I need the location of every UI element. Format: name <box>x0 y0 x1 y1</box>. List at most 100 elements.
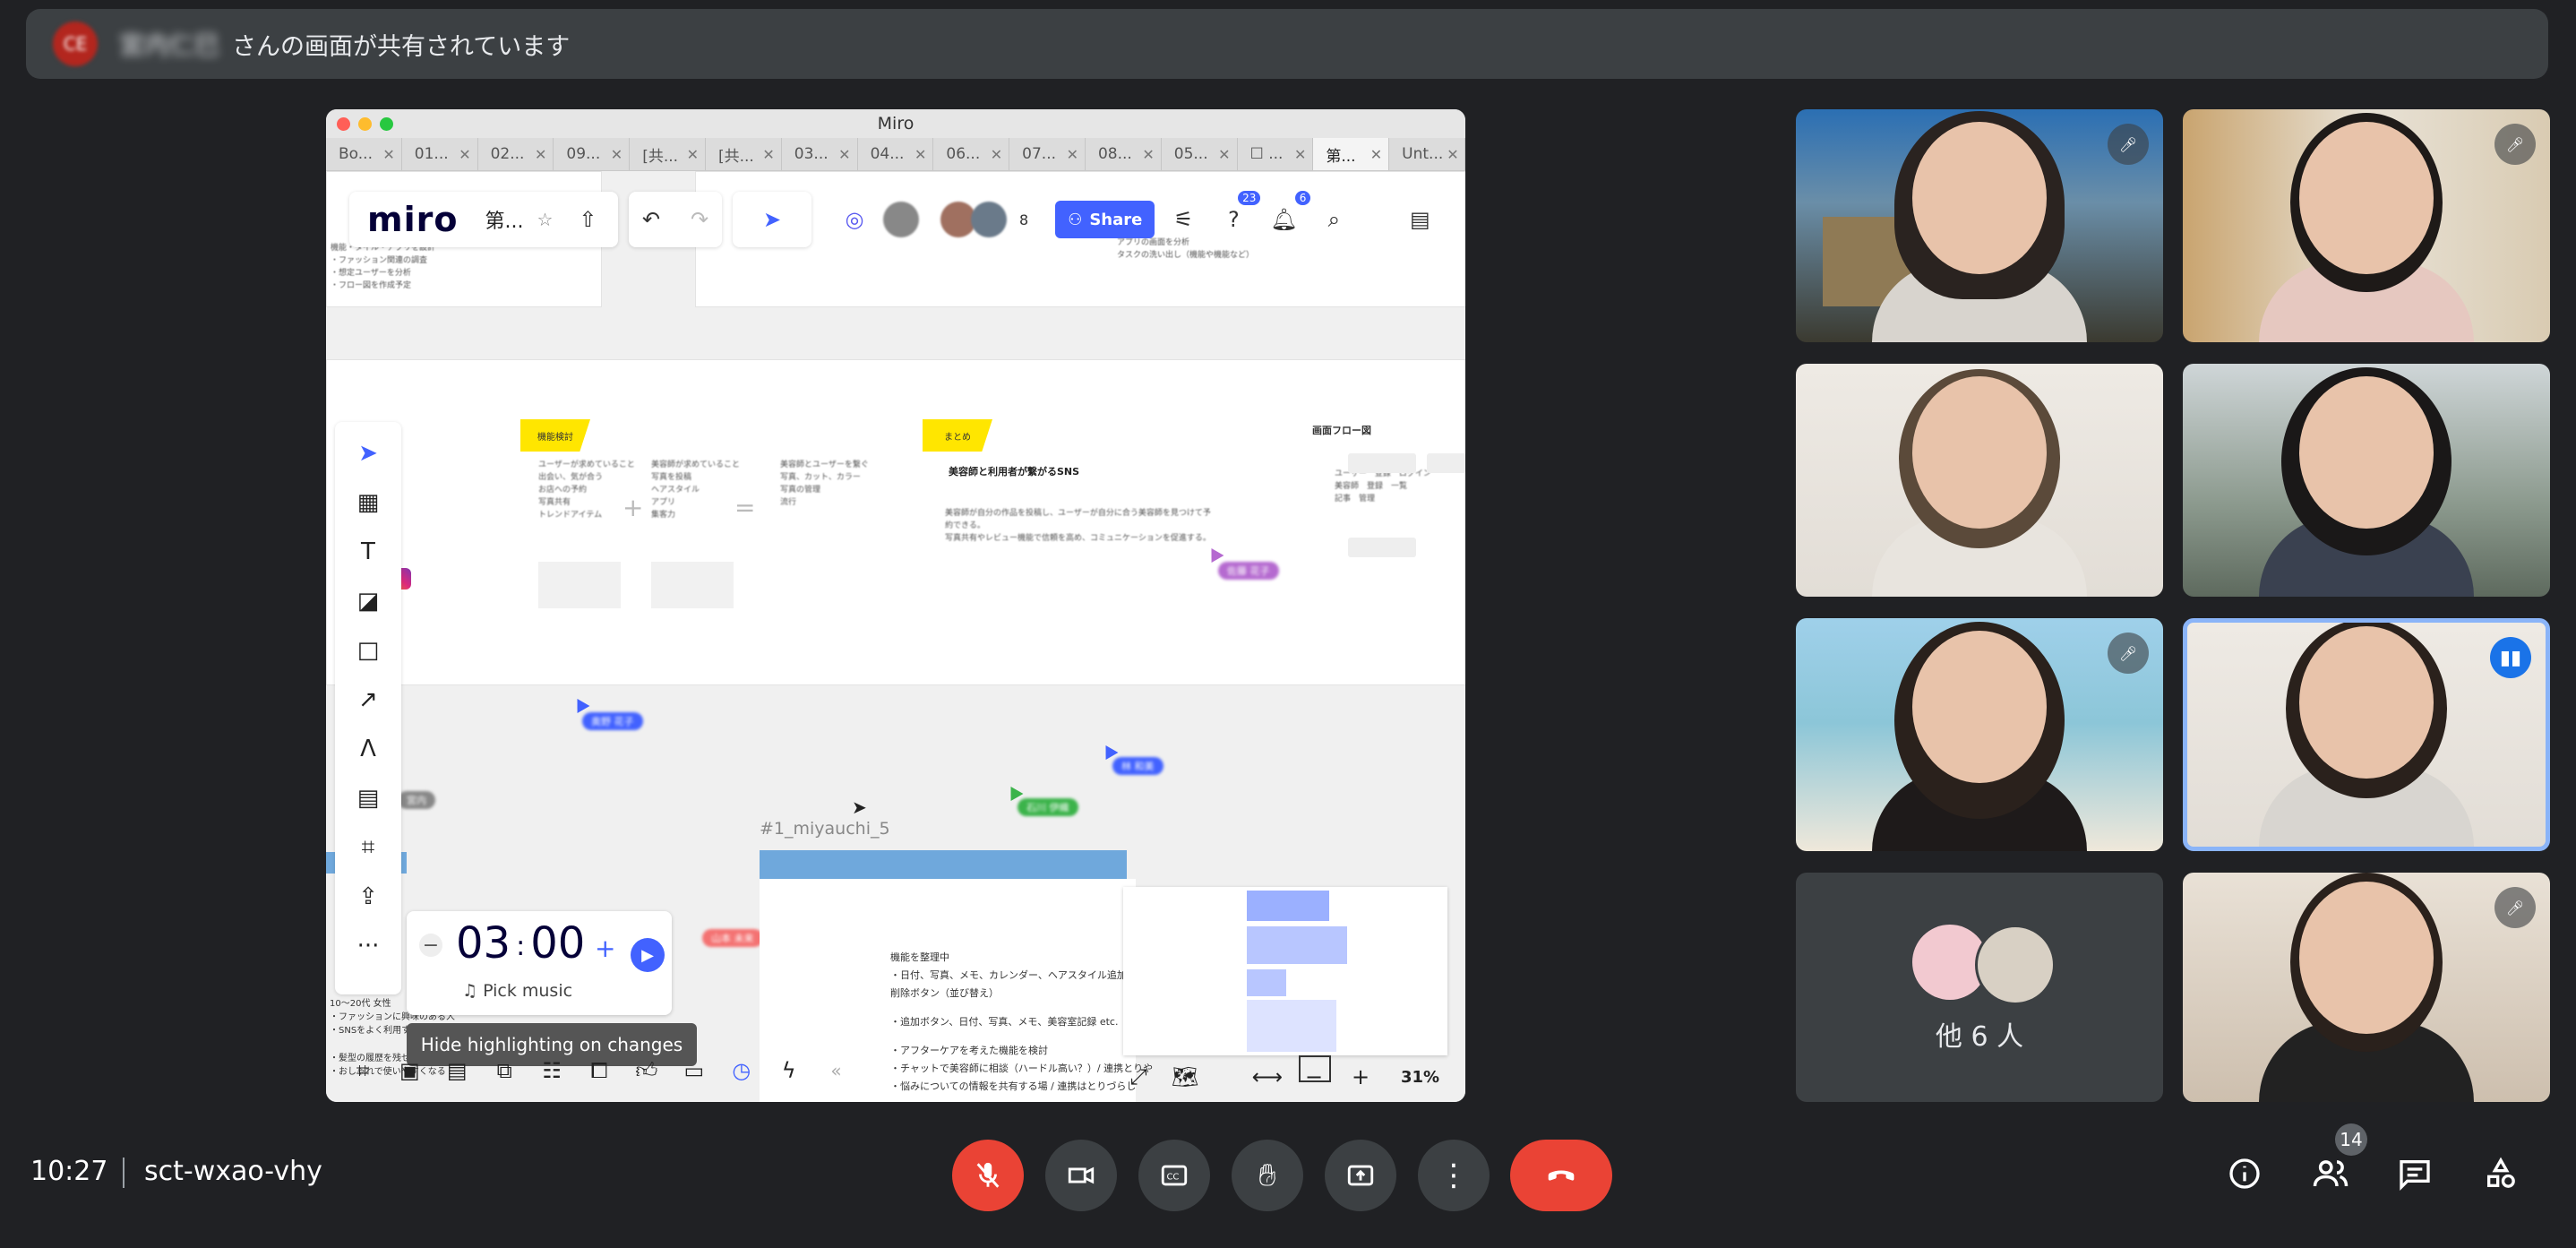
window-controls[interactable] <box>337 117 393 131</box>
browser-tab[interactable]: 02... ✕ <box>478 138 554 170</box>
undo-icon[interactable]: ↶ <box>630 198 673 241</box>
timer-minus-button[interactable]: − <box>419 934 442 957</box>
notifications-icon[interactable]: 🔔︎ 6 <box>1262 191 1311 241</box>
frames-icon[interactable]: ⌗ <box>346 1052 379 1089</box>
more-tools-icon[interactable]: ··· <box>350 927 386 965</box>
avatar[interactable] <box>883 202 919 237</box>
present-button[interactable] <box>1325 1140 1396 1211</box>
notes-panel-icon[interactable]: ▤ <box>1398 198 1441 241</box>
browser-tab[interactable]: 第... ✕ <box>1313 138 1390 170</box>
export-icon[interactable]: ⇧ <box>566 198 609 241</box>
settings-sliders-icon[interactable]: ⚟ <box>1162 198 1205 241</box>
upload-icon[interactable]: ⇪ <box>350 878 386 916</box>
participant-tile[interactable] <box>1796 364 2163 597</box>
connector-icon[interactable]: ↗ <box>350 681 386 719</box>
participant-tile[interactable] <box>2183 364 2550 597</box>
tab-close-icon[interactable]: ✕ <box>914 146 926 163</box>
fullscreen-icon[interactable]: ⤢ <box>1123 1064 1154 1089</box>
select-tool-icon[interactable]: ➤ <box>350 435 386 472</box>
help-icon[interactable]: ? 23 <box>1212 191 1261 241</box>
timer-plus-button[interactable]: + <box>595 934 615 963</box>
collaborator-count[interactable]: 8 <box>1019 211 1028 228</box>
participant-tile[interactable]: 🎤︎ <box>1796 618 2163 851</box>
frame-tool-icon[interactable]: ⌗ <box>350 829 386 866</box>
activities-button[interactable] <box>2474 1147 2528 1201</box>
tab-close-icon[interactable]: ✕ <box>1218 146 1230 163</box>
browser-tab[interactable]: 08... ✕ <box>1086 138 1162 170</box>
browser-tab[interactable]: 09... ✕ <box>554 138 631 170</box>
raise-hand-button[interactable]: ✋︎ <box>1232 1140 1303 1211</box>
presentation-icon[interactable]: ▣ <box>393 1052 426 1089</box>
voting-icon[interactable]: 👍︎ <box>630 1052 663 1089</box>
share-button[interactable]: ⚇ Share <box>1055 201 1155 238</box>
redo-icon[interactable]: ↷ <box>678 198 721 241</box>
minimap[interactable] <box>1123 887 1447 1082</box>
browser-tab[interactable]: 03... ✕ <box>782 138 858 170</box>
browser-tab[interactable]: 05... ✕ <box>1162 138 1238 170</box>
kanban-icon[interactable]: ☷ <box>536 1052 569 1089</box>
timer-play-button[interactable]: ▶ <box>631 938 665 972</box>
comments-icon[interactable]: ▤ <box>441 1052 474 1089</box>
mic-toggle-button[interactable] <box>952 1140 1024 1211</box>
sticky-note[interactable]: まとめ <box>923 419 992 452</box>
chat-button[interactable] <box>2388 1147 2442 1201</box>
minimize-window-button[interactable] <box>358 117 372 131</box>
pick-music-button[interactable]: ♫ Pick music <box>462 981 572 1001</box>
browser-tab[interactable]: 07... ✕ <box>1009 138 1086 170</box>
meeting-code[interactable]: sct-wxao-vhy <box>144 1156 322 1187</box>
participant-tile-active-speaker[interactable]: ▮▮ <box>2183 618 2550 851</box>
star-icon[interactable]: ☆ <box>523 198 566 241</box>
timer-icon[interactable]: ◷ <box>725 1052 758 1089</box>
captions-button[interactable]: CC <box>1138 1140 1210 1211</box>
browser-tab[interactable]: 01... ✕ <box>402 138 478 170</box>
browser-tab[interactable]: 06... ✕ <box>933 138 1010 170</box>
board-name[interactable]: 第... <box>485 205 523 234</box>
browser-tab[interactable]: ☐ ... ✕ <box>1238 138 1314 170</box>
participant-tile[interactable]: 🎤︎ <box>2183 873 2550 1102</box>
collapse-icon[interactable]: « <box>820 1052 853 1089</box>
sticky-note[interactable]: 機能検討 <box>520 419 590 452</box>
tab-close-icon[interactable]: ✕ <box>1447 146 1458 163</box>
miro-logo[interactable]: miro <box>349 200 476 239</box>
participant-tile[interactable]: 🎤︎ <box>2183 109 2550 342</box>
leave-call-button[interactable] <box>1510 1140 1612 1211</box>
zoom-window-button[interactable] <box>380 117 393 131</box>
tab-close-icon[interactable]: ✕ <box>991 146 1002 163</box>
activity-icon[interactable]: ϟ <box>772 1052 805 1089</box>
tab-close-icon[interactable]: ✕ <box>459 146 470 163</box>
fit-icon[interactable]: ⟷ <box>1252 1064 1283 1089</box>
zoom-out-icon[interactable]: − <box>1299 1064 1329 1089</box>
embed-icon[interactable]: ⧠ <box>583 1052 616 1089</box>
zoom-level[interactable]: 31% <box>1401 1068 1439 1087</box>
browser-tab[interactable]: [共... ✕ <box>706 138 782 170</box>
video-icon[interactable]: ▭ <box>677 1052 710 1089</box>
search-icon[interactable]: ⌕ <box>1312 198 1355 241</box>
cards-icon[interactable]: ⧉ <box>488 1052 521 1089</box>
map-icon[interactable]: 🗺︎ <box>1170 1064 1200 1089</box>
tab-close-icon[interactable]: ✕ <box>1142 146 1154 163</box>
browser-tab[interactable]: 04... ✕ <box>858 138 934 170</box>
browser-tab[interactable]: Bo... ✕ <box>326 138 402 170</box>
tab-close-icon[interactable]: ✕ <box>1294 146 1306 163</box>
more-options-button[interactable]: ⋮ <box>1418 1140 1490 1211</box>
tab-close-icon[interactable]: ✕ <box>838 146 850 163</box>
tab-close-icon[interactable]: ✕ <box>382 146 394 163</box>
browser-tab[interactable]: Unt... ✕ <box>1389 138 1465 170</box>
tab-close-icon[interactable]: ✕ <box>762 146 774 163</box>
shape-tool-icon[interactable]: □ <box>350 632 386 669</box>
comment-icon[interactable]: ▤ <box>350 779 386 817</box>
meeting-info-button[interactable] <box>2218 1147 2271 1201</box>
others-tile[interactable]: 他 6 人 <box>1796 873 2163 1102</box>
select-filter-icon[interactable]: ➤ <box>751 198 794 241</box>
tab-close-icon[interactable]: ✕ <box>687 146 699 163</box>
tab-close-icon[interactable]: ✕ <box>1370 146 1382 163</box>
browser-tab[interactable]: [共... ✕ <box>630 138 706 170</box>
tab-close-icon[interactable]: ✕ <box>535 146 546 163</box>
pen-tool-icon[interactable]: Ʌ <box>350 730 386 768</box>
tab-close-icon[interactable]: ✕ <box>611 146 623 163</box>
close-window-button[interactable] <box>337 117 350 131</box>
participant-tile[interactable]: 🎤︎ <box>1796 109 2163 342</box>
tab-close-icon[interactable]: ✕ <box>1067 146 1078 163</box>
avatar[interactable] <box>971 202 1007 237</box>
reactions-icon[interactable]: ◎ <box>833 198 876 241</box>
